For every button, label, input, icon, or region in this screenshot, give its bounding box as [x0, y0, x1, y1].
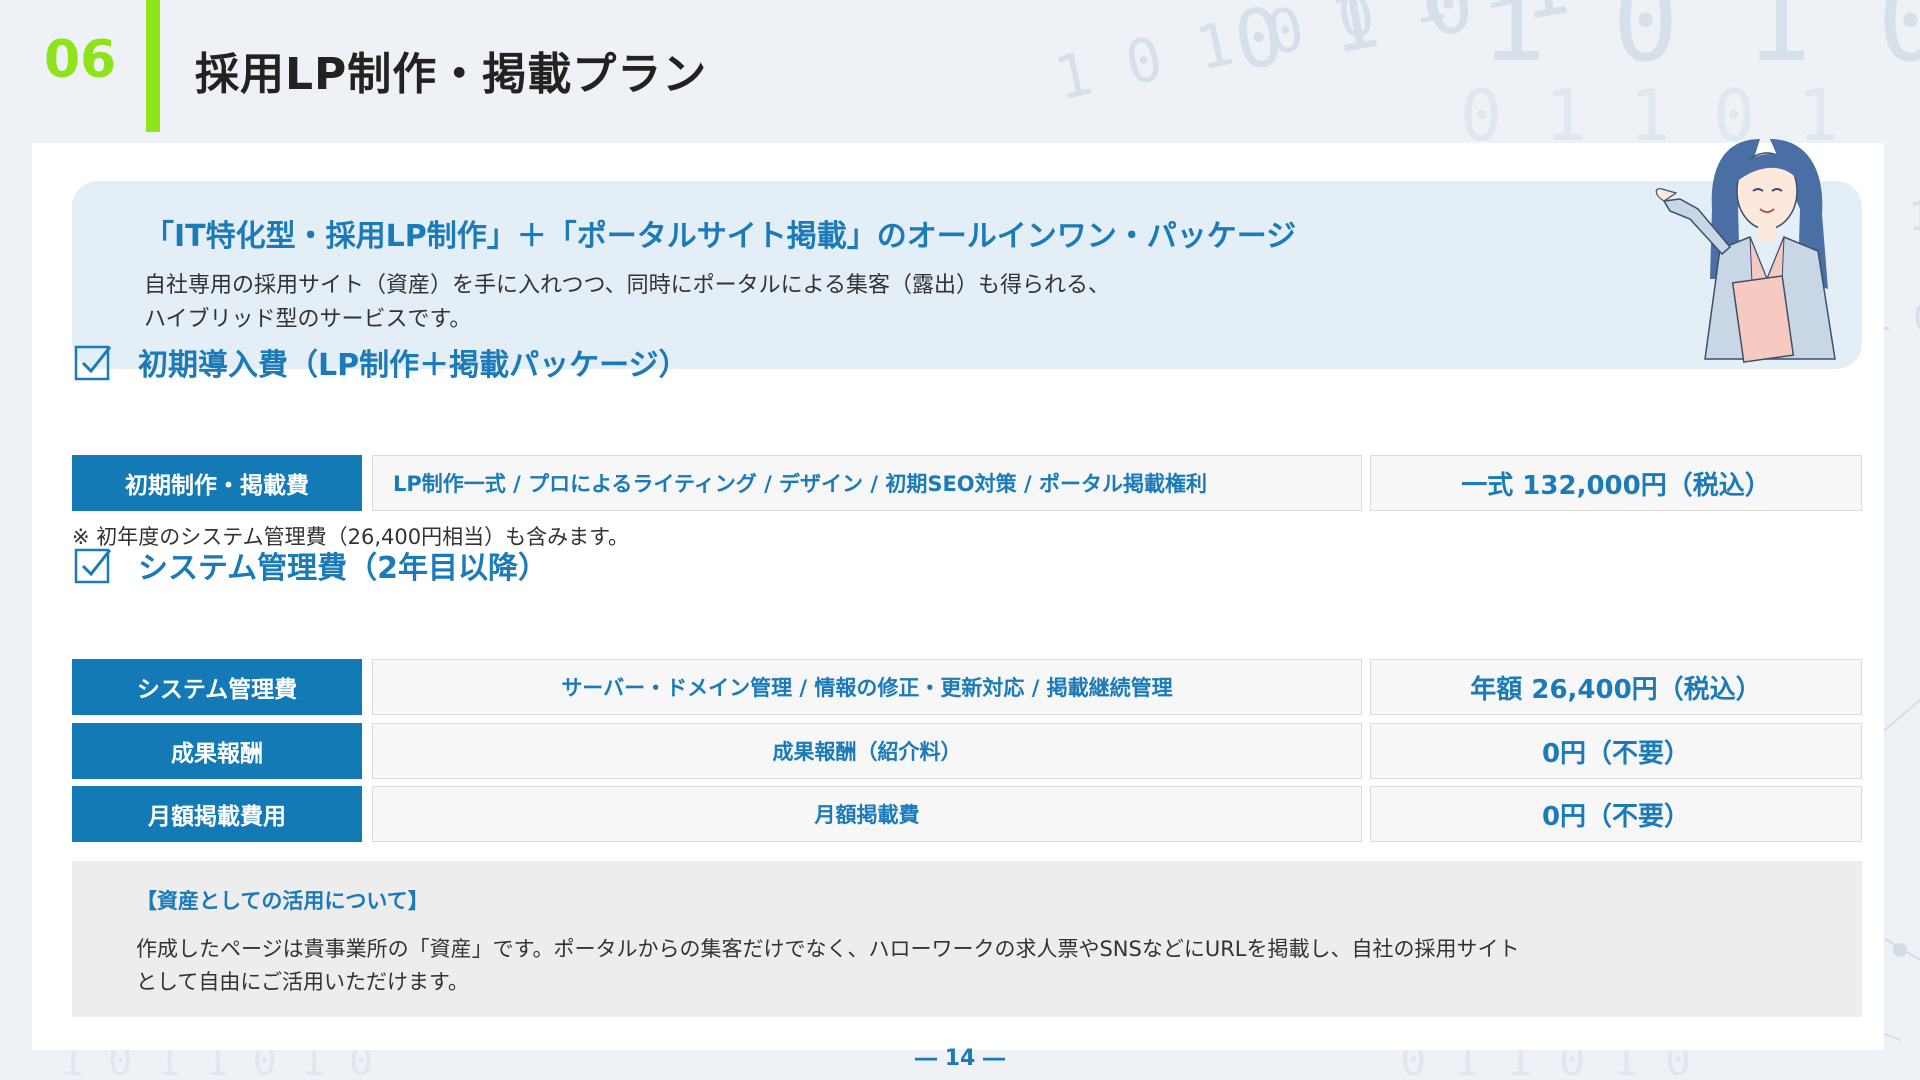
asset-body: 作成したページは貴事業所の「資産」です。ポータルからの集客だけでなく、ハローワー… [136, 933, 1520, 999]
table-row: 初期制作・掲載費 LP制作一式 / プロによるライティング / デザイン / 初… [72, 455, 1862, 511]
row-description: サーバー・ドメイン管理 / 情報の修正・更新対応 / 掲載継続管理 [372, 659, 1362, 715]
row-price: 年額 26,400円（税込） [1370, 659, 1862, 715]
section-number: 06 [44, 30, 117, 90]
row-description: LP制作一式 / プロによるライティング / デザイン / 初期SEO対策 / … [372, 455, 1362, 511]
row-label: システム管理費 [72, 659, 362, 715]
asset-body-line: として自由にご活用いただけます。 [136, 970, 469, 994]
row-label: 成果報酬 [72, 723, 362, 779]
intro-body-line: ハイブリッド型のサービスです。 [144, 307, 472, 332]
section-heading-text: 初期導入費（LP制作＋掲載パッケージ） [138, 348, 689, 383]
system-fee-heading: システム管理費（2年目以降） [72, 543, 548, 587]
intro-title: 「IT特化型・採用LP制作」＋「ポータルサイト掲載」のオールインワン・パッケージ [144, 219, 1297, 254]
table-row: 成果報酬 成果報酬（紹介料） 0円（不要） [72, 723, 1862, 779]
page-header: 06 採用LP制作・掲載プラン [0, 0, 1920, 135]
page-number: ― 14 ― [915, 1046, 1005, 1071]
page-title: 採用LP制作・掲載プラン [195, 49, 708, 100]
intro-body: 自社専用の採用サイト（資産）を手に入れつつ、同時にポータルによる集客（露出）も得… [144, 269, 1110, 337]
check-box-icon [74, 345, 112, 381]
initial-cost-heading: 初期導入費（LP制作＋掲載パッケージ） [72, 340, 689, 384]
table-row: システム管理費 サーバー・ドメイン管理 / 情報の修正・更新対応 / 掲載継続管… [72, 659, 1862, 715]
row-label: 月額掲載費用 [72, 786, 362, 842]
presenter-woman-illustration [1655, 139, 1836, 363]
content-card: 「IT特化型・採用LP制作」＋「ポータルサイト掲載」のオールインワン・パッケージ… [32, 139, 1884, 1050]
table-row: 月額掲載費用 月額掲載費 0円（不要） [72, 786, 1862, 842]
asset-note-box: 【資産としての活用について】 作成したページは貴事業所の「資産」です。ポータルか… [72, 861, 1862, 1017]
accent-bar [146, 0, 160, 132]
row-description: 成果報酬（紹介料） [372, 723, 1362, 779]
intro-body-line: 自社専用の採用サイト（資産）を手に入れつつ、同時にポータルによる集客（露出）も得… [144, 273, 1111, 298]
row-price: 一式 132,000円（税込） [1370, 455, 1862, 511]
row-label: 初期制作・掲載費 [72, 455, 362, 511]
row-price: 0円（不要） [1370, 786, 1862, 842]
check-box-icon [74, 548, 112, 584]
row-price: 0円（不要） [1370, 723, 1862, 779]
asset-body-line: 作成したページは貴事業所の「資産」です。ポータルからの集客だけでなく、ハローワー… [136, 937, 1520, 961]
section-heading-text: システム管理費（2年目以降） [138, 551, 548, 586]
row-description: 月額掲載費 [372, 786, 1362, 842]
asset-title: 【資産としての活用について】 [136, 889, 429, 913]
